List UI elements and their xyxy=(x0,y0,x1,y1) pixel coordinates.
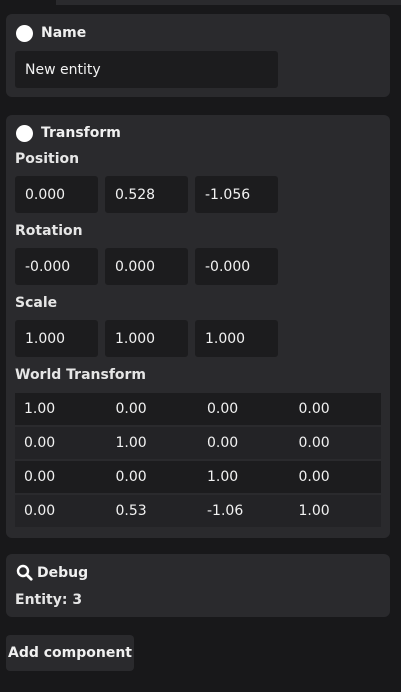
rotation-x-input[interactable]: -0.000 xyxy=(15,248,98,285)
matrix-cell: 0.00 xyxy=(24,435,56,451)
transform-component-title: Transform xyxy=(41,125,121,141)
matrix-cell: 0.00 xyxy=(24,469,56,485)
world-transform-matrix: 1.00 0.00 0.00 0.00 0.00 1.00 0.00 0.00 … xyxy=(15,393,381,529)
name-component-header[interactable]: Name xyxy=(16,23,86,43)
matrix-cell: 0.53 xyxy=(115,503,147,519)
matrix-cell: -1.06 xyxy=(207,503,244,519)
name-component-panel: Name New entity xyxy=(6,14,390,97)
matrix-cell: 1.00 xyxy=(207,469,239,485)
entity-id-text: Entity: 3 xyxy=(15,592,83,608)
position-z-input[interactable]: -1.056 xyxy=(195,176,278,213)
position-y-input[interactable]: 0.528 xyxy=(105,176,188,213)
matrix-cell: 0.00 xyxy=(298,469,330,485)
position-x-input[interactable]: 0.000 xyxy=(15,176,98,213)
matrix-cell: 1.00 xyxy=(115,435,147,451)
debug-component-title: Debug xyxy=(37,564,89,581)
matrix-cell: 0.00 xyxy=(298,435,330,451)
matrix-cell: 1.00 xyxy=(24,401,56,417)
matrix-row: 0.00 1.00 0.00 0.00 xyxy=(15,427,381,459)
scale-x-input[interactable]: 1.000 xyxy=(15,320,98,357)
matrix-row: 0.00 0.53 -1.06 1.00 xyxy=(15,495,381,527)
entity-name-input[interactable]: New entity xyxy=(15,51,278,88)
position-label: Position xyxy=(15,151,80,167)
matrix-cell: 1.00 xyxy=(298,503,330,519)
component-toggle-dot-icon[interactable] xyxy=(16,124,33,142)
matrix-row: 0.00 0.00 1.00 0.00 xyxy=(15,461,381,493)
search-icon xyxy=(16,564,33,581)
transform-component-header[interactable]: Transform xyxy=(16,123,121,143)
debug-component-header[interactable]: Debug xyxy=(16,564,88,581)
component-toggle-dot-icon[interactable] xyxy=(16,24,33,42)
debug-component-panel: Debug Entity: 3 xyxy=(6,554,390,617)
scale-label: Scale xyxy=(15,295,58,311)
transform-component-panel: Transform Position 0.000 0.528 -1.056 Ro… xyxy=(6,115,390,538)
world-transform-label: World Transform xyxy=(15,367,147,383)
matrix-cell: 0.00 xyxy=(207,401,239,417)
matrix-cell: 0.00 xyxy=(115,469,147,485)
rotation-y-input[interactable]: 0.000 xyxy=(105,248,188,285)
top-strip-accent xyxy=(56,0,401,5)
name-component-title: Name xyxy=(41,25,87,41)
rotation-z-input[interactable]: -0.000 xyxy=(195,248,278,285)
rotation-label: Rotation xyxy=(15,223,83,239)
add-component-button[interactable]: Add component xyxy=(6,635,134,671)
matrix-cell: 0.00 xyxy=(24,503,56,519)
scale-z-input[interactable]: 1.000 xyxy=(195,320,278,357)
matrix-cell: 0.00 xyxy=(115,401,147,417)
top-strip xyxy=(0,0,401,7)
scale-y-input[interactable]: 1.000 xyxy=(105,320,188,357)
matrix-cell: 0.00 xyxy=(298,401,330,417)
matrix-row: 1.00 0.00 0.00 0.00 xyxy=(15,393,381,425)
matrix-cell: 0.00 xyxy=(207,435,239,451)
